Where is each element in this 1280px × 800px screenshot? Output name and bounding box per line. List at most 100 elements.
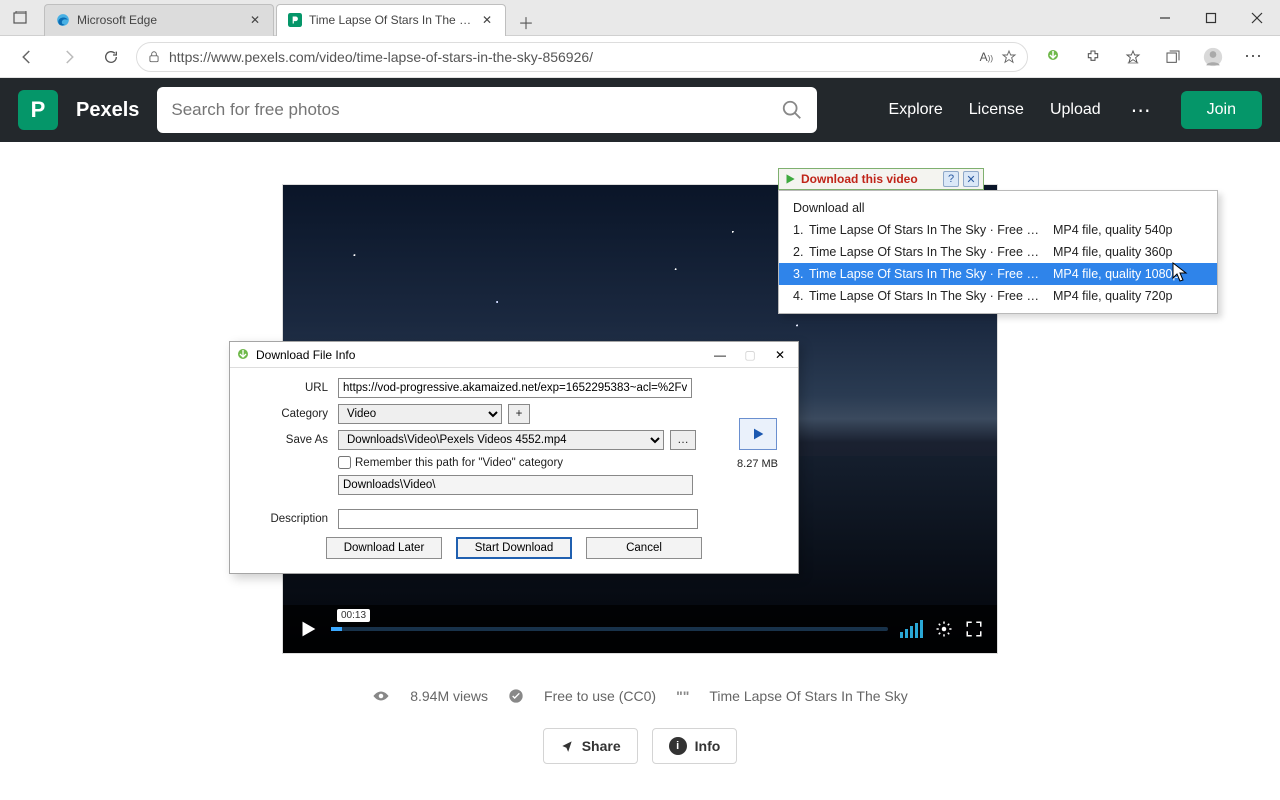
play-icon[interactable] [297,618,319,640]
join-button[interactable]: Join [1181,91,1262,129]
file-preview: 8.27 MB [737,418,778,470]
tab-title: Microsoft Edge [77,13,247,27]
remember-checkbox[interactable] [338,456,351,469]
close-icon[interactable]: ✕ [768,348,792,362]
dialog-title: Download File Info [256,348,355,362]
address-bar: A)) ⋯ [0,36,1280,78]
new-tab-button[interactable]: ＋ [512,8,540,36]
settings-icon[interactable] [935,620,953,638]
close-icon[interactable]: ✕ [963,171,979,187]
saveas-field[interactable]: Downloads\Video\Pexels Videos 4552.mp4 [338,430,664,450]
url-input[interactable] [169,49,972,65]
idm-item-4[interactable]: 4.Time Lapse Of Stars In The Sky · Free … [779,285,1217,307]
nav-more-icon[interactable]: ⋯ [1127,98,1155,123]
saveas-label: Save As [244,434,332,446]
close-window-button[interactable] [1234,0,1280,36]
quote-icon: "" [676,688,689,704]
nav-upload[interactable]: Upload [1050,101,1101,119]
share-label: Share [582,738,621,754]
remember-label: Remember this path for "Video" category [355,457,563,469]
idm-download-menu: Download all 1.Time Lapse Of Stars In Th… [778,190,1218,314]
browse-button[interactable]: … [670,430,696,450]
tab-manager-button[interactable] [6,4,34,32]
menu-icon[interactable]: ⋯ [1236,40,1270,74]
idm-capture-bar[interactable]: Download this video ? ✕ [778,168,984,190]
player-controls: 00:13 [283,605,997,653]
info-button[interactable]: i Info [652,728,738,764]
forward-button[interactable] [52,40,86,74]
share-button[interactable]: Share [543,728,638,764]
lock-icon [147,50,161,64]
nav-license[interactable]: License [969,101,1024,119]
maximize-icon[interactable]: ▢ [738,348,762,362]
search-box[interactable] [157,87,817,133]
pexels-brand: Pexels [76,99,139,122]
idm-item-3[interactable]: 3.Time Lapse Of Stars In The Sky · Free … [779,263,1217,285]
close-icon[interactable]: ✕ [247,12,263,28]
video-meta: 8.94M views Free to use (CC0) "" Time La… [282,688,998,704]
window-controls [1142,0,1280,36]
tab-title: Time Lapse Of Stars In The Sky · F [309,13,479,27]
page-body: 00:13 Download this video ? ✕ Download a… [0,142,1280,800]
add-category-button[interactable]: + [508,404,530,424]
search-icon[interactable] [781,99,803,121]
file-size: 8.27 MB [737,458,778,470]
check-icon [508,688,524,704]
dialog-body: URL Category Video + Save As Downloads\V… [230,368,798,573]
tab-strip: Microsoft Edge ✕ Time Lapse Of Stars In … [40,0,1142,36]
idm-ext-icon[interactable] [1036,40,1070,74]
back-button[interactable] [10,40,44,74]
pexels-header: P Pexels Explore License Upload ⋯ Join [0,78,1280,142]
views-count: 8.94M views [410,688,488,704]
fullscreen-icon[interactable] [965,620,983,638]
help-icon[interactable]: ? [943,171,959,187]
description-label: Description [244,513,332,525]
idm-capture-label: Download this video [801,172,939,186]
description-field[interactable] [338,509,698,529]
download-file-info-dialog: Download File Info — ▢ ✕ URL Category Vi… [229,341,799,574]
reload-button[interactable] [94,40,128,74]
profile-icon[interactable] [1196,40,1230,74]
address-field[interactable]: A)) [136,42,1028,72]
search-input[interactable] [171,100,781,120]
cursor-icon [1172,262,1188,282]
volume-icon[interactable] [900,620,923,638]
minimize-icon[interactable]: — [708,348,732,362]
category-select[interactable]: Video [338,404,502,424]
close-icon[interactable]: ✕ [479,12,495,28]
cancel-button[interactable]: Cancel [586,537,702,559]
minimize-button[interactable] [1142,0,1188,36]
video-file-icon [739,418,777,450]
idm-item-2[interactable]: 2.Time Lapse Of Stars In The Sky · Free … [779,241,1217,263]
seek-bar[interactable]: 00:13 [331,627,888,631]
start-download-button[interactable]: Start Download [456,537,572,559]
time-indicator: 00:13 [337,609,370,622]
info-label: Info [695,738,721,754]
category-label: Category [244,408,332,420]
collections-icon[interactable] [1156,40,1190,74]
nav-explore[interactable]: Explore [889,101,943,119]
download-icon [783,172,797,186]
maximize-button[interactable] [1188,0,1234,36]
views-icon [372,690,390,702]
tab-pexels[interactable]: Time Lapse Of Stars In The Sky · F ✕ [276,4,506,36]
dialog-titlebar[interactable]: Download File Info — ▢ ✕ [230,342,798,368]
pexels-nav: Explore License Upload ⋯ Join [889,91,1262,129]
info-icon: i [669,737,687,755]
license-text: Free to use (CC0) [544,688,656,704]
tab-edge[interactable]: Microsoft Edge ✕ [44,4,274,36]
url-label: URL [244,382,332,394]
favorite-icon[interactable] [1001,49,1017,65]
action-row: Share i Info [282,728,998,764]
idm-download-all[interactable]: Download all [779,197,1217,219]
pexels-logo-icon[interactable]: P [18,90,58,130]
extensions-icon[interactable] [1076,40,1110,74]
idm-item-1[interactable]: 1.Time Lapse Of Stars In The Sky · Free … [779,219,1217,241]
browser-titlebar: Microsoft Edge ✕ Time Lapse Of Stars In … [0,0,1280,36]
download-later-button[interactable]: Download Later [326,537,442,559]
favorites-icon[interactable] [1116,40,1150,74]
edge-icon [55,12,71,28]
video-title: Time Lapse Of Stars In The Sky [709,688,907,704]
url-field[interactable] [338,378,692,398]
reader-icon[interactable]: A)) [980,50,993,64]
